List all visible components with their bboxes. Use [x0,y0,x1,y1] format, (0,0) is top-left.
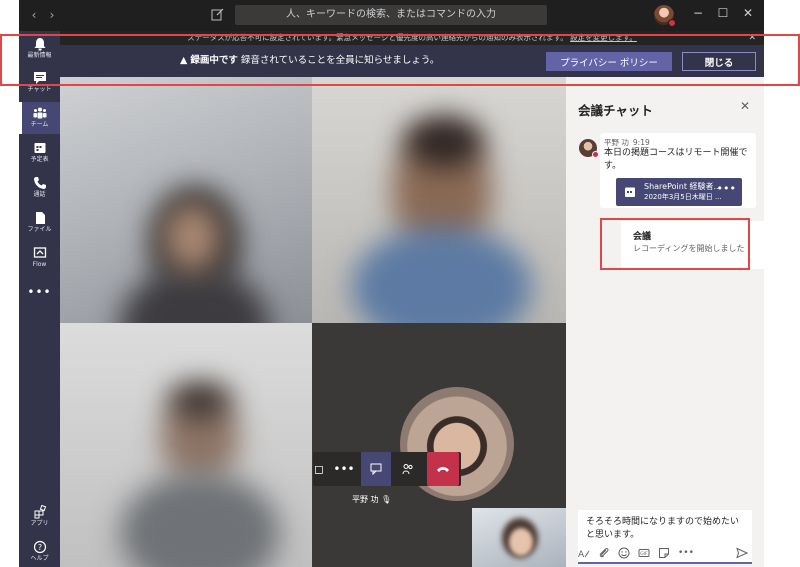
svg-text:?: ? [37,543,41,552]
rail-label: 通話 [33,191,46,198]
recording-banner: ▲ 録画中です 録音されていることを全員に知らせましょう。 プライバシー ポリシ… [60,45,764,77]
dnd-status-banner: ステータスが応答不可に設定されています。緊急メッセージと優先度の高い連絡先からの… [60,31,764,45]
user-avatar[interactable] [654,5,676,27]
calendar-icon [625,187,635,197]
video-tile [60,323,312,567]
rail-label: 予定表 [30,156,49,163]
sticker-icon[interactable] [658,547,670,559]
apps-icon [34,505,46,519]
format-icon[interactable]: A [578,547,590,559]
close-status-banner-button[interactable]: ✕ [748,31,756,45]
close-recording-banner-button[interactable]: 閉じる [682,52,756,71]
self-view-video [472,508,566,567]
close-chat-button[interactable]: ✕ [740,99,750,113]
rail-label: チーム [30,121,49,128]
hang-up-icon [437,467,449,472]
rail-label: Flow [32,261,47,268]
compose-icon[interactable] [211,7,225,21]
warning-icon: ▲ [180,55,188,66]
teams-icon [33,107,46,119]
message-compose-box[interactable]: そろそろ時間になりますので始めたいと思います。 A GIF ••• [578,510,752,564]
emoji-icon[interactable] [618,547,630,559]
show-chat-button[interactable] [361,452,391,486]
meeting-card-date: 2020年3月5日木曜日 ... [644,193,722,201]
svg-text:GIF: GIF [640,551,648,557]
status-dnd-icon [592,151,599,158]
teams-window: ‹ › 人、キーワードの検索、またはコマンドの入力 − ☐ ✕ 最新情報 チャッ… [19,0,764,567]
rail-item-apps[interactable]: アプリ [19,501,60,533]
rail-more-button[interactable]: ••• [19,285,60,299]
mic-icon: 🎙 [381,495,392,504]
change-settings-link[interactable]: 設定を変更します。 [570,33,637,42]
more-actions-button[interactable]: ••• [329,452,359,486]
event-title: 会議 [633,232,652,242]
event-description: レコーディングを開始しました [633,244,745,253]
video-tile [60,77,312,323]
search-input[interactable]: 人、キーワードの検索、またはコマンドの入力 [235,5,547,25]
svg-text:A: A [578,550,585,559]
message-text: 本日の掲題コースはリモート開催です。 [604,148,748,171]
chat-message[interactable]: 平野 功 9:19 本日の掲題コースはリモート開催です。 SharePoint 経… [600,133,756,208]
rail-item-flow[interactable]: Flow [19,242,60,274]
rail-item-calls[interactable]: 通話 [19,172,60,204]
video-stage: ◻ ••• 平野 功 🎙 [60,77,566,567]
minimize-button[interactable]: − [691,6,705,20]
phone-icon [33,177,46,189]
compose-toolbar: A GIF ••• [578,546,752,562]
more-options-button[interactable]: ••• [678,547,696,559]
back-button[interactable]: ‹ [27,8,41,22]
chat-title: 会議チャット [578,103,653,118]
rail-label: チャット [27,86,52,93]
chat-icon [33,72,46,84]
status-dnd-icon [668,19,676,27]
call-controls: ◻ ••• [313,452,461,486]
rail-item-help[interactable]: ? ヘルプ [19,536,60,567]
recording-event: 会議 レコーディングを開始しました [621,221,764,269]
meeting-card-more-button[interactable]: ••• [717,182,736,195]
file-icon [35,212,45,224]
hang-up-button[interactable] [427,452,459,486]
rail-label: ファイル [27,226,52,233]
recording-notice: ▲ 録画中です 録音されていることを全員に知らせましょう。 [180,45,439,77]
rail-item-calendar[interactable]: 予定表 [19,137,60,169]
message-time: 9:19 [632,138,650,147]
close-window-button[interactable]: ✕ [741,6,755,20]
speaker-name-text: 平野 功 [352,495,379,504]
compose-text[interactable]: そろそろ時間になりますので始めたいと思います。 [586,516,746,542]
rail-label: アプリ [30,520,49,527]
bell-icon [34,38,45,51]
participants-icon [402,464,413,475]
meeting-card[interactable]: SharePoint 経験者... 2020年3月5日木曜日 ... ••• [616,178,742,206]
rail-item-chat[interactable]: チャット [19,67,60,99]
flow-icon [33,247,46,258]
privacy-policy-button[interactable]: プライバシー ポリシー [546,52,672,71]
video-tile [312,77,566,323]
speaker-name: 平野 功 🎙 [352,494,391,505]
rail-item-teams[interactable]: チーム [19,102,60,134]
message-author: 平野 功 [604,138,629,147]
maximize-button[interactable]: ☐ [716,6,730,20]
avatar[interactable] [579,139,599,158]
chat-icon [370,463,382,476]
app-rail: 最新情報 チャット チーム 予定表 通話 ファイル Flow ••• アプリ ?… [19,31,60,567]
title-bar: ‹ › 人、キーワードの検索、またはコマンドの入力 − ☐ ✕ [19,0,764,31]
rail-label: ヘルプ [30,555,49,562]
meeting-chat-panel: 会議チャット ✕ 平野 功 9:19 本日の掲題コースはリモート開催です。 Sha… [566,77,764,567]
camera-button[interactable]: ◻ [313,452,325,486]
help-icon: ? [33,540,46,554]
rail-label: 最新情報 [27,52,52,59]
recording-label: 録画中です [190,55,238,66]
forward-button[interactable]: › [45,8,59,22]
rail-item-activity[interactable]: 最新情報 [19,33,60,65]
calendar-icon [34,143,45,153]
meeting-card-title: SharePoint 経験者... [644,182,722,191]
gif-icon[interactable]: GIF [638,547,650,559]
send-icon[interactable] [736,547,748,559]
status-text: ステータスが応答不可に設定されています。緊急メッセージと優先度の高い連絡先からの… [187,33,568,42]
show-participants-button[interactable] [393,452,423,486]
rail-item-files[interactable]: ファイル [19,207,60,239]
recording-message: 録音されていることを全員に知らせましょう。 [240,55,440,66]
attach-icon[interactable] [598,547,610,559]
